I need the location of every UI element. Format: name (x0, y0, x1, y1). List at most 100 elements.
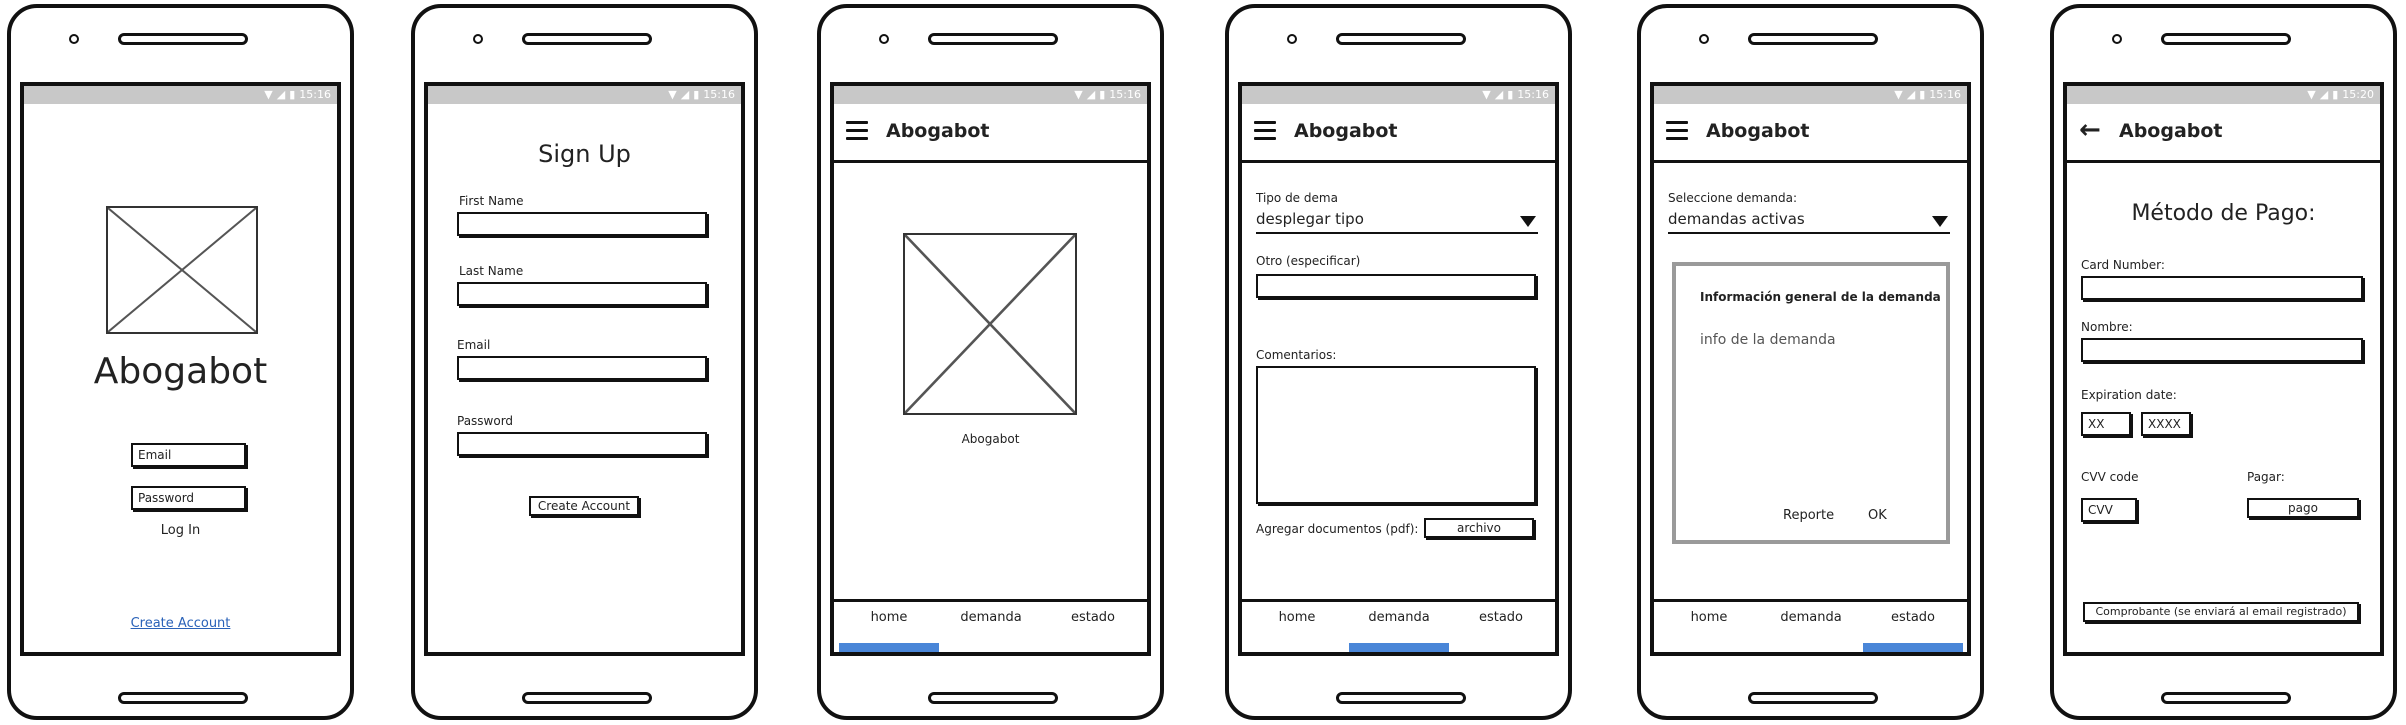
signal-icon: ◢ (1086, 88, 1096, 101)
status-time: 15:16 (299, 88, 331, 101)
otro-field[interactable] (1256, 274, 1536, 298)
email-field[interactable] (457, 356, 707, 380)
status-time: 15:16 (1929, 88, 1961, 101)
comentarios-textarea[interactable] (1256, 366, 1536, 504)
battery-icon: ▮ (1919, 88, 1926, 101)
login-button[interactable]: Log In (24, 523, 337, 538)
password-field[interactable] (457, 432, 707, 456)
create-account-button[interactable]: Create Account (529, 496, 639, 516)
camera-icon (69, 34, 79, 44)
dropdown-arrow-icon (1520, 216, 1536, 227)
create-account-link[interactable]: Create Account (24, 616, 337, 631)
ok-button[interactable]: OK (1868, 508, 1887, 523)
tab-bar: home demanda estado (1242, 599, 1555, 652)
expiration-label: Expiration date: (2081, 388, 2177, 402)
tipo-select[interactable]: desplegar tipo (1256, 210, 1538, 234)
home-button[interactable] (1336, 692, 1466, 704)
speaker-icon (1748, 33, 1878, 45)
page-title: Método de Pago: (2131, 201, 2316, 226)
status-time: 15:20 (2342, 88, 2374, 101)
tipo-label: Tipo de dema (1256, 191, 1338, 205)
logo-caption: Abogabot (961, 432, 1020, 446)
battery-icon: ▮ (693, 88, 700, 101)
menu-icon[interactable] (846, 121, 868, 140)
select-label: Seleccione demanda: (1668, 191, 1798, 205)
menu-icon[interactable] (1666, 121, 1688, 140)
speaker-icon (1336, 33, 1466, 45)
status-time: 15:16 (1517, 88, 1549, 101)
image-placeholder-icon (106, 206, 258, 334)
cvv-label: CVV code (2081, 470, 2139, 484)
phone-estado: ▼ ◢ ▮ 15:16 Abogabot Seleccione demanda:… (1637, 4, 1984, 720)
comprobante-button[interactable]: Comprobante (se enviará al email registr… (2083, 602, 2359, 622)
wifi-icon: ▼ (1074, 88, 1083, 101)
home-button[interactable] (118, 692, 248, 704)
camera-icon (2112, 34, 2122, 44)
demandas-select-value: demandas activas (1668, 210, 1805, 228)
home-button[interactable] (2161, 692, 2291, 704)
nombre-field[interactable] (2081, 338, 2363, 362)
signal-icon: ◢ (680, 88, 690, 101)
wifi-icon: ▼ (1894, 88, 1903, 101)
last-name-label: Last Name (459, 264, 524, 278)
app-title: Abogabot (1294, 120, 1398, 142)
tab-demanda[interactable]: demanda (1349, 610, 1449, 625)
tab-home[interactable]: home (839, 610, 939, 625)
comentarios-label: Comentarios: (1256, 348, 1337, 362)
app-bar: Abogabot (1242, 104, 1555, 163)
phone-home: ▼ ◢ ▮ 15:16 Abogabot Abogabot home deman… (817, 4, 1164, 720)
tipo-select-value: desplegar tipo (1256, 210, 1364, 228)
camera-icon (1287, 34, 1297, 44)
dropdown-arrow-icon (1932, 216, 1948, 227)
nombre-label: Nombre: (2081, 320, 2133, 334)
image-placeholder-icon (903, 233, 1077, 415)
cvv-field[interactable]: CVV (2081, 498, 2137, 522)
status-bar: ▼ ◢ ▮ 15:16 (1654, 86, 1967, 104)
exp-year-field[interactable]: XXXX (2141, 412, 2191, 436)
panel-title: Información general de la demanda (1700, 290, 1941, 304)
speaker-icon (2161, 33, 2291, 45)
back-arrow-icon[interactable]: ← (2079, 117, 2101, 143)
pagar-label: Pagar: (2247, 470, 2285, 484)
signal-icon: ◢ (1906, 88, 1916, 101)
login-screen: ▼ ◢ ▮ 15:16 Abogabot Email Password Log … (20, 82, 341, 656)
tab-bar: home demanda estado (1654, 599, 1967, 652)
archivo-button[interactable]: archivo (1424, 518, 1534, 538)
status-time: 15:16 (703, 88, 735, 101)
email-input[interactable]: Email (131, 443, 246, 467)
tab-estado[interactable]: estado (1863, 610, 1963, 625)
tab-estado[interactable]: estado (1451, 610, 1551, 625)
wifi-icon: ▼ (668, 88, 677, 101)
password-label: Password (457, 414, 514, 428)
signal-icon: ◢ (276, 88, 286, 101)
home-button[interactable] (522, 692, 652, 704)
tab-estado[interactable]: estado (1043, 610, 1143, 625)
camera-icon (1699, 34, 1709, 44)
reporte-button[interactable]: Reporte (1783, 508, 1834, 523)
battery-icon: ▮ (1099, 88, 1106, 101)
home-button[interactable] (928, 692, 1058, 704)
menu-icon[interactable] (1254, 121, 1276, 140)
panel-info: info de la demanda (1700, 332, 1836, 348)
status-bar: ▼ ◢ ▮ 15:16 (1242, 86, 1555, 104)
card-number-field[interactable] (2081, 276, 2363, 300)
wifi-icon: ▼ (1482, 88, 1491, 101)
tab-home[interactable]: home (1247, 610, 1347, 625)
last-name-field[interactable] (457, 282, 707, 306)
signup-screen: ▼ ◢ ▮ 15:16 Sign Up First Name Last Name… (424, 82, 745, 656)
tab-bar: home demanda estado (834, 599, 1147, 652)
tab-demanda[interactable]: demanda (941, 610, 1041, 625)
status-bar: ▼ ◢ ▮ 15:16 (24, 86, 337, 104)
speaker-icon (522, 33, 652, 45)
first-name-field[interactable] (457, 212, 707, 236)
pago-button[interactable]: pago (2247, 498, 2359, 518)
exp-month-field[interactable]: XX (2081, 412, 2131, 436)
demanda-screen: ▼ ◢ ▮ 15:16 Abogabot Tipo de dema desple… (1238, 82, 1559, 656)
tab-demanda[interactable]: demanda (1761, 610, 1861, 625)
demandas-select[interactable]: demandas activas (1668, 210, 1950, 234)
app-title: Abogabot (1706, 120, 1810, 142)
password-input[interactable]: Password (131, 486, 246, 510)
tab-home[interactable]: home (1659, 610, 1759, 625)
home-button[interactable] (1748, 692, 1878, 704)
status-bar: ▼ ◢ ▮ 15:20 (2067, 86, 2380, 104)
